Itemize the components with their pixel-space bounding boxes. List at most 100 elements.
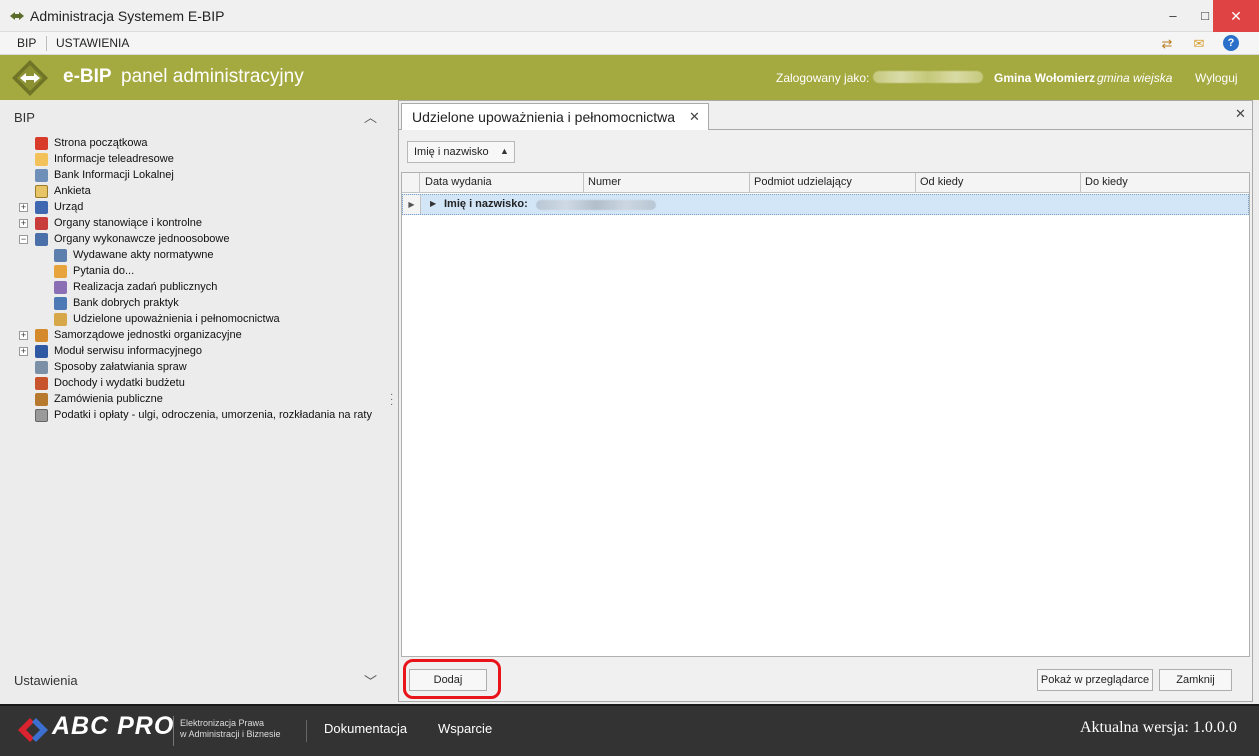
brand-name: e-BIP — [63, 66, 112, 87]
menu-bar: BIP USTAWIENIA ⇄ ✉ ? — [0, 32, 1259, 55]
sort-ascending-icon: ▲ — [500, 146, 509, 156]
documentation-link[interactable]: Dokumentacja — [324, 721, 407, 736]
tree-item-dochody-wydatki[interactable]: Dochody i wydatki budżetu — [19, 376, 379, 392]
column-podmiot-udzielajacy[interactable]: Podmiot udzielający — [750, 173, 916, 192]
tagline-separator — [173, 716, 174, 746]
close-button[interactable]: Zamknij — [1159, 669, 1232, 691]
column-data-wydania[interactable]: Data wydania — [421, 173, 584, 192]
tab-strip: Udzielone upoważnienia i pełnomocnictwa … — [399, 101, 1252, 130]
version-label: Aktualna wersja: 1.0.0.0 — [1080, 719, 1237, 736]
group-by-area: Imię i nazwisko ▲ — [401, 132, 1250, 172]
question-icon — [54, 265, 67, 278]
tree-item-realizacja-zadan[interactable]: Realizacja zadań publicznych — [19, 280, 379, 296]
tree-item-ankieta[interactable]: Ankieta — [19, 184, 379, 200]
current-row-indicator: ▶ — [403, 195, 421, 214]
chevron-down-icon[interactable]: ﹀ — [364, 671, 377, 690]
people-icon — [35, 217, 48, 230]
person-icon — [35, 233, 48, 246]
grid-header: Data wydania Numer Podmiot udzielający O… — [402, 173, 1249, 193]
expand-toggle[interactable]: + — [19, 203, 28, 212]
tree-item-bank-informacji[interactable]: Bank Informacji Lokalnej — [19, 168, 379, 184]
group-by-chip[interactable]: Imię i nazwisko ▲ — [407, 141, 515, 163]
group-row-value-redacted — [536, 200, 656, 210]
tree-item-organy-wykonawcze[interactable]: − Organy wykonawcze jednoosobowe — [19, 232, 379, 248]
mail-icon[interactable]: ✉ — [1190, 35, 1208, 52]
window-title: Administracja Systemem E-BIP — [30, 8, 225, 24]
tree-item-podatki-oplaty[interactable]: Podatki i opłaty - ulgi, odroczenia, umo… — [19, 408, 390, 424]
bank-icon — [54, 297, 67, 310]
menu-bip[interactable]: BIP — [17, 36, 36, 50]
home-icon — [35, 137, 48, 150]
tree-item-organy-stanowiace[interactable]: + Organy stanowiące i kontrolne — [19, 216, 379, 232]
expand-toggle[interactable]: + — [19, 219, 28, 228]
minimize-button[interactable]: – — [1157, 0, 1189, 32]
panel-close-icon[interactable]: ✕ — [1235, 106, 1246, 122]
tree-item-udzielone-upowaznienia[interactable]: Udzielone upoważnienia i pełnomocnictwa — [19, 312, 379, 328]
envelope-icon — [35, 153, 48, 166]
institution-icon — [35, 201, 48, 214]
logged-user-redacted — [873, 71, 983, 83]
authorization-icon — [54, 313, 67, 326]
tab-close-icon[interactable]: ✕ — [689, 109, 700, 125]
tab-udzielone-upowaznienia[interactable]: Udzielone upoważnienia i pełnomocnictwa … — [401, 103, 709, 130]
gmina-name: Gmina Wołomierz — [994, 71, 1096, 85]
expand-toggle[interactable]: + — [19, 347, 28, 356]
tree-item-pytania[interactable]: Pytania do... — [19, 264, 379, 280]
logged-as-label: Zalogowany jako: — [776, 71, 870, 85]
logout-link[interactable]: Wyloguj — [1195, 71, 1238, 85]
gmina-type: gmina wiejska — [1097, 71, 1173, 85]
gavel-icon — [35, 393, 48, 406]
add-button[interactable]: Dodaj — [409, 669, 487, 691]
close-window-button[interactable]: ✕ — [1213, 0, 1259, 32]
tree-item-bank-dobrych-praktyk[interactable]: Bank dobrych praktyk — [19, 296, 379, 312]
column-do-kiedy[interactable]: Do kiedy — [1081, 173, 1249, 192]
group-row-label: Imię i nazwisko: — [444, 198, 528, 210]
main-panel: Udzielone upoważnienia i pełnomocnictwa … — [398, 100, 1253, 702]
abc-pro-logo-icon — [18, 718, 48, 742]
tree-item-informacje-teleadresowe[interactable]: Informacje teleadresowe — [19, 152, 379, 168]
organization-icon — [35, 329, 48, 342]
support-link[interactable]: Wsparcie — [438, 721, 492, 736]
budget-icon — [35, 377, 48, 390]
column-numer[interactable]: Numer — [584, 173, 750, 192]
tab-label: Udzielone upoważnienia i pełnomocnictwa — [412, 109, 676, 125]
data-grid: Data wydania Numer Podmiot udzielający O… — [401, 172, 1250, 657]
sidebar-section-ustawienia[interactable]: Ustawienia — [14, 673, 78, 688]
app-header: e-BIP panel administracyjny Zalogowany j… — [0, 55, 1259, 100]
document-person-icon — [54, 249, 67, 262]
tagline: Elektronizacja Prawa w Administracji i B… — [180, 718, 281, 739]
tree-item-wydawane-akty[interactable]: Wydawane akty normatywne — [19, 248, 379, 264]
app-icon — [10, 12, 24, 20]
tree-item-modul-serwisu[interactable]: + Moduł serwisu informacyjnego — [19, 344, 379, 360]
tree-item-strona-poczatkowa[interactable]: Strona początkowa — [19, 136, 379, 152]
column-od-kiedy[interactable]: Od kiedy — [916, 173, 1081, 192]
row-indicator-header — [402, 173, 420, 192]
panel-title: panel administracyjny — [121, 66, 304, 87]
tree-item-urzad[interactable]: + Urząd — [19, 200, 379, 216]
expand-toggle[interactable]: + — [19, 331, 28, 340]
sidebar: BIP ︿ Strona początkowa Informacje telea… — [8, 100, 393, 702]
group-chip-label: Imię i nazwisko — [414, 146, 489, 158]
building-icon — [35, 169, 48, 182]
footer-bar: ABC PRO Elektronizacja Prawa w Administr… — [0, 704, 1259, 756]
sidebar-section-bip[interactable]: BIP — [14, 110, 35, 125]
tree-item-sposoby-zalatwiania[interactable]: Sposoby załatwiania spraw — [19, 360, 379, 376]
ebip-logo-icon — [12, 60, 48, 96]
tree-item-samorzadowe-jednostki[interactable]: + Samorządowe jednostki organizacyjne — [19, 328, 379, 344]
help-icon[interactable]: ? — [1223, 35, 1239, 51]
show-in-browser-button[interactable]: Pokaż w przeglądarce — [1037, 669, 1153, 691]
splitter-handle[interactable]: · · · — [390, 390, 394, 410]
sync-icon[interactable]: ⇄ — [1158, 35, 1176, 52]
tree-item-zamowienia-publiczne[interactable]: Zamówienia publiczne — [19, 392, 379, 408]
panel-footer: Dodaj Pokaż w przeglądarce Zamknij — [401, 659, 1250, 701]
info-icon — [35, 345, 48, 358]
chevron-up-icon[interactable]: ︿ — [364, 107, 377, 126]
collapse-toggle[interactable]: − — [19, 235, 28, 244]
menu-separator — [46, 36, 47, 51]
group-row[interactable]: ▶ ▶ Imię i nazwisko: — [402, 194, 1249, 215]
group-expand-icon[interactable]: ▶ — [430, 199, 436, 208]
footer-separator — [306, 720, 307, 742]
menu-ustawienia[interactable]: USTAWIENIA — [56, 36, 129, 50]
tasks-icon — [54, 281, 67, 294]
document-icon — [35, 361, 48, 374]
